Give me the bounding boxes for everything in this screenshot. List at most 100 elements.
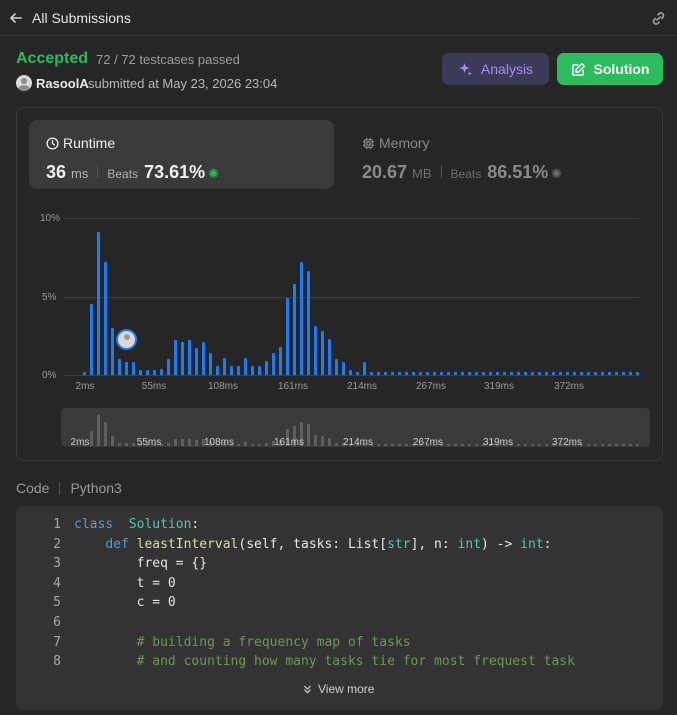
analysis-button[interactable]: Analysis bbox=[442, 53, 549, 85]
chart-bar[interactable] bbox=[538, 371, 541, 375]
arrow-left-icon[interactable] bbox=[8, 10, 24, 26]
chart-bar[interactable] bbox=[342, 362, 345, 375]
navigator-bar bbox=[111, 435, 114, 446]
chart-bar[interactable] bbox=[104, 261, 107, 375]
code-language: Python3 bbox=[70, 480, 122, 496]
chart-bar[interactable] bbox=[174, 340, 177, 375]
chart-bar[interactable] bbox=[265, 360, 268, 375]
chart-bar[interactable] bbox=[531, 371, 534, 375]
chart-bar[interactable] bbox=[111, 327, 114, 375]
avatar[interactable] bbox=[16, 75, 32, 91]
chart-bar[interactable] bbox=[398, 371, 401, 375]
chart-bar[interactable] bbox=[405, 371, 408, 375]
navigator-bar bbox=[384, 444, 387, 446]
chart-bar[interactable] bbox=[146, 370, 149, 375]
chart-bar[interactable] bbox=[258, 365, 261, 375]
all-submissions-link[interactable]: All Submissions bbox=[32, 10, 131, 26]
chart-bar[interactable] bbox=[279, 346, 282, 375]
chart-bar[interactable] bbox=[139, 370, 142, 375]
chart-bar[interactable] bbox=[202, 342, 205, 375]
chart-bar[interactable] bbox=[328, 338, 331, 375]
view-more-button[interactable]: View more bbox=[302, 682, 374, 696]
chart-bar[interactable] bbox=[216, 365, 219, 375]
chart-bar[interactable] bbox=[167, 359, 170, 375]
chart-bar[interactable] bbox=[461, 371, 464, 375]
chart-bar[interactable] bbox=[433, 371, 436, 375]
link-icon[interactable] bbox=[650, 10, 667, 27]
chart-bar[interactable] bbox=[195, 348, 198, 375]
chart-bar[interactable] bbox=[489, 371, 492, 375]
chart-bar[interactable] bbox=[272, 353, 275, 375]
chart-bar[interactable] bbox=[594, 371, 597, 375]
chart-bar[interactable] bbox=[552, 371, 555, 375]
chart-bar[interactable] bbox=[412, 371, 415, 375]
chart-bar[interactable] bbox=[475, 371, 478, 375]
chart-bar[interactable] bbox=[426, 371, 429, 375]
chart-bar[interactable] bbox=[363, 362, 366, 375]
chart-bar[interactable] bbox=[181, 342, 184, 375]
chart-bar[interactable] bbox=[370, 371, 373, 375]
chart-bar[interactable] bbox=[496, 371, 499, 375]
chart-bar[interactable] bbox=[251, 365, 254, 375]
line-number: 6 bbox=[53, 615, 61, 630]
chart-bar[interactable] bbox=[209, 353, 212, 375]
chart-bar[interactable] bbox=[223, 357, 226, 375]
memory-tab[interactable]: Memory bbox=[362, 135, 430, 151]
chart-bar[interactable] bbox=[293, 283, 296, 375]
chart-bar[interactable] bbox=[349, 370, 352, 375]
chart-bar[interactable] bbox=[132, 362, 135, 375]
chart-bar[interactable] bbox=[321, 331, 324, 375]
line-number: 5 bbox=[53, 595, 61, 611]
chart-bar[interactable] bbox=[286, 298, 289, 375]
chart-bar[interactable] bbox=[629, 371, 632, 375]
chart-bar[interactable] bbox=[160, 368, 163, 375]
chart-bar[interactable] bbox=[230, 365, 233, 375]
navigator-tick-label: 108ms bbox=[203, 437, 235, 448]
chart-bar[interactable] bbox=[419, 371, 422, 375]
chart-bar[interactable] bbox=[440, 371, 443, 375]
code-line: 1 class Solution: bbox=[16, 517, 199, 536]
chart-bar[interactable] bbox=[244, 357, 247, 375]
chart-bar[interactable] bbox=[377, 371, 380, 375]
chart-bar[interactable] bbox=[188, 340, 191, 375]
chart-bar[interactable] bbox=[524, 371, 527, 375]
chart-bar[interactable] bbox=[83, 371, 86, 375]
navigator-tick-label: 55ms bbox=[136, 437, 162, 448]
chart-bar[interactable] bbox=[503, 371, 506, 375]
chart-bar[interactable] bbox=[608, 371, 611, 375]
chart-bar[interactable] bbox=[482, 371, 485, 375]
chart-bar[interactable] bbox=[300, 261, 303, 375]
chart-bar[interactable] bbox=[97, 232, 100, 375]
chart-bar[interactable] bbox=[573, 371, 576, 375]
chart-bar[interactable] bbox=[118, 359, 121, 375]
chart-bar[interactable] bbox=[356, 371, 359, 375]
chart-bar[interactable] bbox=[335, 359, 338, 375]
chart-bar[interactable] bbox=[622, 371, 625, 375]
chart-bar[interactable] bbox=[559, 371, 562, 375]
chart-bar[interactable] bbox=[636, 371, 639, 375]
line-number: 2 bbox=[53, 536, 61, 552]
chart-bar[interactable] bbox=[447, 371, 450, 375]
chart-bar[interactable] bbox=[384, 371, 387, 375]
chart-bar[interactable] bbox=[391, 371, 394, 375]
username-link[interactable]: RasoolA bbox=[36, 76, 89, 91]
chart-bar[interactable] bbox=[454, 371, 457, 375]
chart-bar[interactable] bbox=[517, 371, 520, 375]
chart-bar[interactable] bbox=[615, 371, 618, 375]
navigator-bar bbox=[328, 438, 331, 446]
chart-bar[interactable] bbox=[153, 370, 156, 375]
chart-bar[interactable] bbox=[510, 371, 513, 375]
chart-bar[interactable] bbox=[237, 365, 240, 375]
chart-bar[interactable] bbox=[125, 362, 128, 375]
your-submission-marker[interactable] bbox=[116, 329, 137, 350]
chart-bar[interactable] bbox=[468, 371, 471, 375]
chart-bar[interactable] bbox=[587, 371, 590, 375]
chart-bar[interactable] bbox=[566, 371, 569, 375]
chart-bar[interactable] bbox=[545, 371, 548, 375]
chart-bar[interactable] bbox=[601, 371, 604, 375]
solution-button[interactable]: Solution bbox=[557, 53, 663, 85]
chart-bar[interactable] bbox=[580, 371, 583, 375]
chart-bar[interactable] bbox=[90, 304, 93, 375]
chart-bar[interactable] bbox=[314, 326, 317, 375]
chart-bar[interactable] bbox=[307, 271, 310, 375]
